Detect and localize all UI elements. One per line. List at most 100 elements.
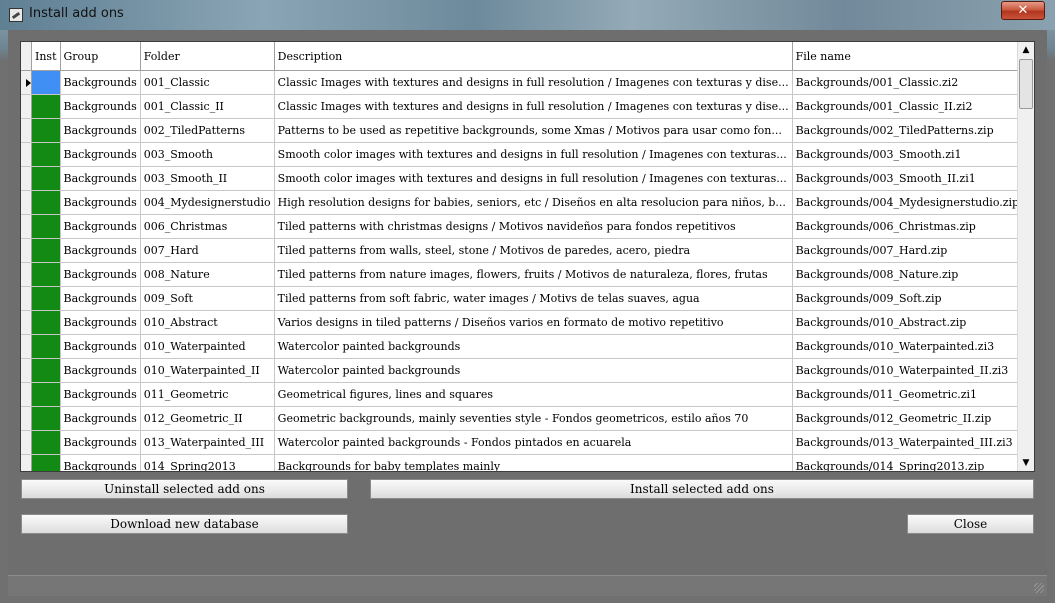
cell-group[interactable]: Backgrounds <box>60 238 141 263</box>
scroll-up-icon[interactable]: ▲ <box>1018 42 1034 58</box>
cell-file-name[interactable]: Backgrounds/003_Smooth_II.zi1 <box>792 166 1024 191</box>
cell-description[interactable]: Watercolor painted backgrounds <box>274 334 793 359</box>
cell-folder[interactable]: 007_Hard <box>140 238 275 263</box>
cell-group[interactable]: Backgrounds <box>60 262 141 287</box>
cell-description[interactable]: Classic Images with textures and designs… <box>274 94 793 119</box>
cell-folder[interactable]: 008_Nature <box>140 262 275 287</box>
cell-inst-status[interactable] <box>31 406 61 431</box>
cell-inst-status[interactable] <box>31 454 61 471</box>
cell-file-name[interactable]: Backgrounds/004_Mydesignerstudio.zip <box>792 190 1024 215</box>
cell-description[interactable]: Tiled patterns with christmas designs / … <box>274 214 793 239</box>
row-selector[interactable] <box>21 166 32 191</box>
cell-folder[interactable]: 006_Christmas <box>140 214 275 239</box>
row-selector[interactable] <box>21 94 32 119</box>
cell-folder[interactable]: 004_Mydesignerstudio <box>140 190 275 215</box>
cell-inst-status[interactable] <box>31 238 61 263</box>
cell-folder[interactable]: 001_Classic <box>140 70 275 95</box>
cell-inst-status[interactable] <box>31 70 61 95</box>
row-selector[interactable] <box>21 190 32 215</box>
cell-group[interactable]: Backgrounds <box>60 406 141 431</box>
row-selector[interactable] <box>21 430 32 455</box>
row-selector[interactable] <box>21 286 32 311</box>
grid-vertical-scrollbar[interactable]: ▲ ▼ <box>1017 42 1034 471</box>
table-row[interactable]: Backgrounds 007_Hard Tiled patterns from w… <box>21 238 1034 263</box>
table-row[interactable]: Backgrounds 009_Soft Tiled patterns from s… <box>21 286 1034 311</box>
cell-folder[interactable]: 010_Waterpainted <box>140 334 275 359</box>
cell-group[interactable]: Backgrounds <box>60 166 141 191</box>
cell-description[interactable]: Geometrical figures, lines and squares <box>274 382 793 407</box>
title-bar[interactable]: Install add ons ✕ <box>0 0 1055 30</box>
cell-inst-status[interactable] <box>31 166 61 191</box>
cell-description[interactable]: Tiled patterns from nature images, flowe… <box>274 262 793 287</box>
cell-inst-status[interactable] <box>31 382 61 407</box>
cell-description[interactable]: High resolution designs for babies, seni… <box>274 190 793 215</box>
table-row[interactable]: Backgrounds 013_Waterpainted_III Watercolo… <box>21 430 1034 455</box>
cell-folder[interactable]: 011_Geometric <box>140 382 275 407</box>
cell-group[interactable]: Backgrounds <box>60 190 141 215</box>
cell-file-name[interactable]: Backgrounds/012_Geometric_II.zip <box>792 406 1024 431</box>
cell-inst-status[interactable] <box>31 334 61 359</box>
cell-file-name[interactable]: Backgrounds/013_Waterpainted_III.zi3 <box>792 430 1024 455</box>
cell-description[interactable]: Watercolor painted backgrounds <box>274 358 793 383</box>
column-header-description[interactable]: Description <box>274 42 793 71</box>
cell-inst-status[interactable] <box>31 214 61 239</box>
cell-description[interactable]: Smooth color images with textures and de… <box>274 166 793 191</box>
table-row[interactable]: Backgrounds 001_Classic Classic Images wit… <box>21 70 1034 95</box>
cell-group[interactable]: Backgrounds <box>60 70 141 95</box>
uninstall-selected-button[interactable]: Uninstall selected add ons <box>21 479 348 499</box>
row-selector[interactable] <box>21 358 32 383</box>
cell-description[interactable]: Tiled patterns from soft fabric, water i… <box>274 286 793 311</box>
row-selector[interactable] <box>21 70 32 95</box>
cell-folder[interactable]: 002_TiledPatterns <box>140 118 275 143</box>
cell-folder[interactable]: 001_Classic_II <box>140 94 275 119</box>
table-row[interactable]: Backgrounds 003_Smooth_II Smooth color ima… <box>21 166 1034 191</box>
cell-inst-status[interactable] <box>31 430 61 455</box>
table-row[interactable]: Backgrounds 002_TiledPatterns Patterns to … <box>21 118 1034 143</box>
cell-description[interactable]: Varios designs in tiled patterns / Diseñ… <box>274 310 793 335</box>
row-selector[interactable] <box>21 334 32 359</box>
cell-group[interactable]: Backgrounds <box>60 358 141 383</box>
close-button[interactable]: Close <box>907 514 1034 534</box>
cell-description[interactable]: Backgrounds for baby templates mainly <box>274 454 793 471</box>
cell-description[interactable]: Watercolor painted backgrounds - Fondos … <box>274 430 793 455</box>
cell-file-name[interactable]: Backgrounds/008_Nature.zip <box>792 262 1024 287</box>
table-row[interactable]: Backgrounds 003_Smooth Smooth color images… <box>21 142 1034 167</box>
row-selector[interactable] <box>21 382 32 407</box>
install-selected-button[interactable]: Install selected add ons <box>370 479 1034 499</box>
cell-folder[interactable]: 013_Waterpainted_III <box>140 430 275 455</box>
cell-group[interactable]: Backgrounds <box>60 286 141 311</box>
cell-inst-status[interactable] <box>31 142 61 167</box>
row-selector[interactable] <box>21 142 32 167</box>
cell-inst-status[interactable] <box>31 190 61 215</box>
table-row[interactable]: Backgrounds 001_Classic_II Classic Images … <box>21 94 1034 119</box>
scroll-thumb[interactable] <box>1019 59 1033 109</box>
download-database-button[interactable]: Download new database <box>21 514 348 534</box>
table-row[interactable]: Backgrounds 006_Christmas Tiled patterns w… <box>21 214 1034 239</box>
cell-inst-status[interactable] <box>31 310 61 335</box>
cell-file-name[interactable]: Backgrounds/014_Spring2013.zip <box>792 454 1024 471</box>
cell-group[interactable]: Backgrounds <box>60 94 141 119</box>
cell-inst-status[interactable] <box>31 262 61 287</box>
cell-file-name[interactable]: Backgrounds/011_Geometric.zi1 <box>792 382 1024 407</box>
scroll-down-icon[interactable]: ▼ <box>1018 455 1034 471</box>
cell-description[interactable]: Classic Images with textures and designs… <box>274 70 793 95</box>
cell-file-name[interactable]: Backgrounds/009_Soft.zip <box>792 286 1024 311</box>
cell-file-name[interactable]: Backgrounds/010_Waterpainted.zi3 <box>792 334 1024 359</box>
row-selector[interactable] <box>21 454 32 471</box>
cell-group[interactable]: Backgrounds <box>60 454 141 471</box>
table-row[interactable]: Backgrounds 010_Waterpainted Watercolor pa… <box>21 334 1034 359</box>
cell-file-name[interactable]: Backgrounds/003_Smooth.zi1 <box>792 142 1024 167</box>
cell-file-name[interactable]: Backgrounds/010_Abstract.zip <box>792 310 1024 335</box>
cell-inst-status[interactable] <box>31 358 61 383</box>
row-selector[interactable] <box>21 238 32 263</box>
cell-file-name[interactable]: Backgrounds/002_TiledPatterns.zip <box>792 118 1024 143</box>
cell-folder[interactable]: 010_Abstract <box>140 310 275 335</box>
cell-group[interactable]: Backgrounds <box>60 430 141 455</box>
cell-group[interactable]: Backgrounds <box>60 382 141 407</box>
cell-group[interactable]: Backgrounds <box>60 334 141 359</box>
cell-folder[interactable]: 003_Smooth <box>140 142 275 167</box>
cell-folder[interactable]: 012_Geometric_II <box>140 406 275 431</box>
cell-group[interactable]: Backgrounds <box>60 118 141 143</box>
table-row[interactable]: Backgrounds 010_Waterpainted_II Watercolor… <box>21 358 1034 383</box>
row-selector[interactable] <box>21 310 32 335</box>
